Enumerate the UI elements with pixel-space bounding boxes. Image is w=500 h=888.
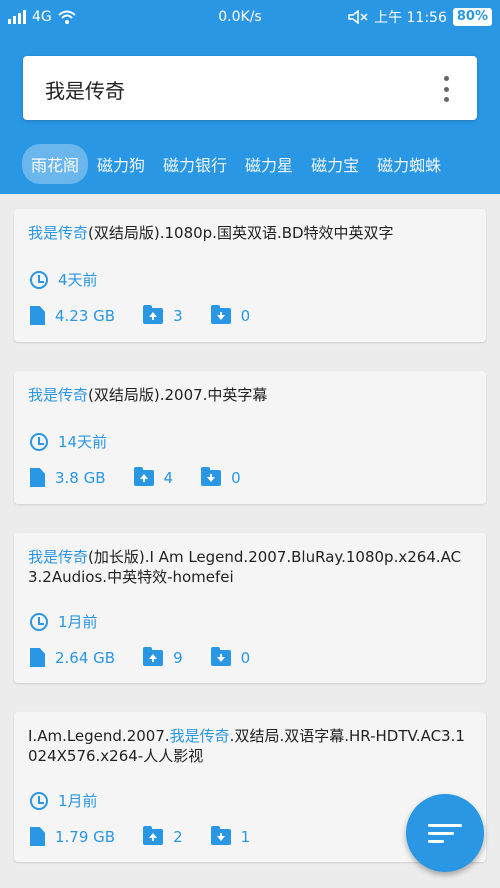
- result-age: 1月前: [58, 792, 98, 810]
- tab-cililgou[interactable]: 磁力狗: [88, 144, 154, 184]
- signal-icon: [8, 10, 26, 24]
- upload-folder-icon: [143, 646, 164, 666]
- result-card[interactable]: 我是传奇(双结局版).2007.中英字幕 14天前 3.8 GB 4 0: [14, 371, 486, 504]
- clock-icon: [30, 270, 48, 289]
- download-folder-icon: [210, 646, 231, 666]
- result-size: 3.8 GB: [55, 468, 106, 487]
- result-leechers: 1: [240, 827, 251, 846]
- result-leechers: 0: [240, 306, 251, 325]
- result-seeders: 3: [173, 306, 183, 325]
- status-bar: 4G 0.0K/s 上午 11:56 80%: [0, 0, 500, 34]
- result-card[interactable]: 我是传奇(加长版).I Am Legend.2007.BluRay.1080p.…: [14, 533, 486, 683]
- wifi-icon: [58, 10, 76, 24]
- tab-cilixing[interactable]: 磁力星: [236, 144, 302, 184]
- result-age-row: 1月前: [30, 790, 126, 811]
- search-query[interactable]: 我是传奇: [45, 75, 125, 104]
- clock-icon: [30, 432, 48, 451]
- battery-level: 80%: [452, 8, 492, 26]
- result-seeders: 9: [173, 648, 183, 667]
- result-age-row: 1月前: [30, 611, 126, 632]
- result-leechers: 0: [231, 468, 241, 487]
- clock-icon: [30, 791, 48, 810]
- result-title: 我是传奇(双结局版).2007.中英字幕: [28, 386, 268, 404]
- file-size-icon: [30, 468, 45, 487]
- tab-yuhuage[interactable]: 雨花阁: [22, 144, 89, 184]
- tab-cilibao[interactable]: 磁力宝: [302, 144, 368, 184]
- clock-time: 上午 11:56: [374, 10, 447, 26]
- network-type: 4G: [32, 9, 52, 25]
- result-card[interactable]: 我是传奇(双结局版).1080p.国英双语.BD特效中英双字 4天前 4.23 …: [14, 209, 486, 342]
- result-size: 2.64 GB: [55, 648, 116, 667]
- more-options-icon[interactable]: [441, 76, 451, 102]
- download-folder-icon: [201, 466, 222, 486]
- result-size: 1.79 GB: [55, 827, 116, 846]
- sort-icon: [428, 823, 462, 827]
- upload-folder-icon: [143, 825, 164, 845]
- result-size: 4.23 GB: [55, 306, 116, 325]
- result-stats-row: 4.23 GB 3 0: [30, 304, 278, 325]
- status-left: 4G: [8, 9, 178, 25]
- result-title: 我是传奇(双结局版).1080p.国英双语.BD特效中英双字: [28, 224, 394, 242]
- result-title: I.Am.Legend.2007.我是传奇.双结局.双语字幕.HR-HDTV.A…: [28, 727, 465, 765]
- download-folder-icon: [210, 825, 231, 845]
- tab-cilizhizhu[interactable]: 磁力蜘蛛: [368, 144, 450, 184]
- upload-folder-icon: [143, 304, 164, 324]
- file-size-icon: [30, 306, 45, 325]
- result-title: 我是传奇(加长版).I Am Legend.2007.BluRay.1080p.…: [28, 548, 462, 586]
- result-seeders: 2: [173, 827, 183, 846]
- result-age: 4天前: [58, 271, 98, 289]
- clock-icon: [30, 612, 48, 631]
- result-age-row: 4天前: [30, 269, 126, 290]
- tab-ciliyinhang[interactable]: 磁力银行: [154, 144, 236, 184]
- result-age: 14天前: [58, 433, 108, 451]
- result-age: 1月前: [58, 613, 98, 631]
- result-age-row: 14天前: [30, 431, 135, 452]
- file-size-icon: [30, 648, 45, 667]
- download-folder-icon: [210, 304, 231, 324]
- sort-filter-button[interactable]: [406, 794, 484, 872]
- file-size-icon: [30, 827, 45, 846]
- result-stats-row: 3.8 GB 4 0: [30, 466, 269, 487]
- status-right: 上午 11:56 80%: [302, 7, 492, 27]
- upload-folder-icon: [133, 466, 154, 486]
- search-box[interactable]: 我是传奇: [23, 56, 477, 120]
- result-stats-row: 1.79 GB 2 1: [30, 825, 278, 846]
- result-stats-row: 2.64 GB 9 0: [30, 646, 278, 667]
- result-seeders: 4: [163, 468, 174, 487]
- app-header: 我是传奇 雨花阁 磁力狗 磁力银行 磁力星 磁力宝 磁力蜘蛛: [0, 34, 500, 194]
- source-tabs: 雨花阁 磁力狗 磁力银行 磁力星 磁力宝 磁力蜘蛛: [0, 142, 500, 186]
- network-speed: 0.0K/s: [218, 9, 262, 25]
- result-leechers: 0: [240, 648, 251, 667]
- mute-icon: [348, 10, 368, 24]
